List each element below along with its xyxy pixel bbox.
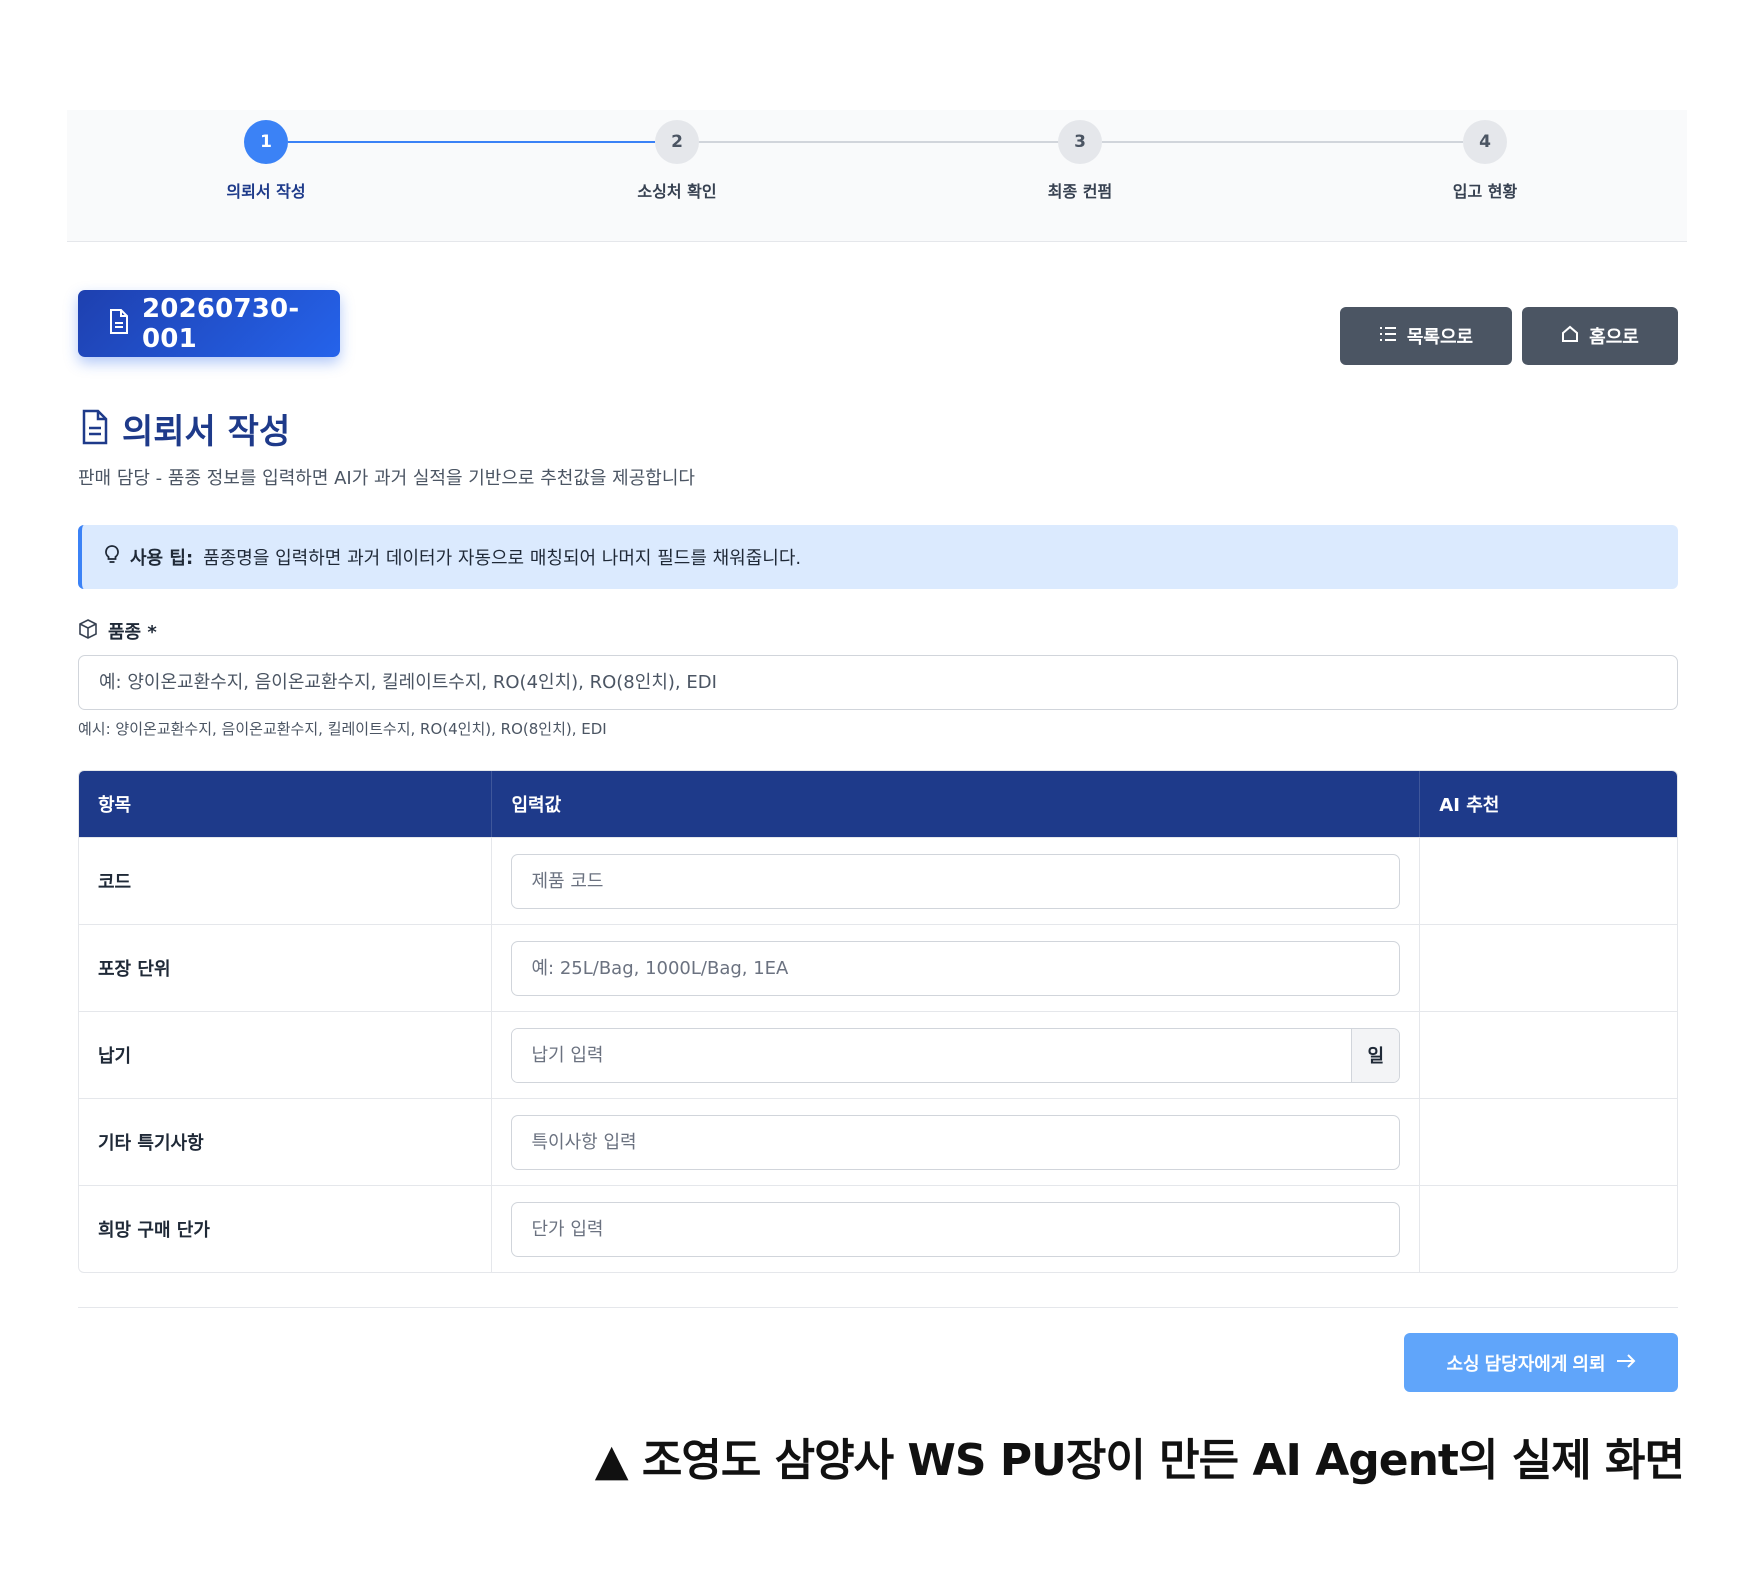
step-number: 4 <box>1463 120 1507 164</box>
row-input-cell <box>492 838 1421 924</box>
screenshot-caption: ▲ 조영도 삼양사 WS PU장이 만든 AI Agent의 실제 화면 <box>594 1435 1685 1486</box>
row-input-cell: 일 <box>492 1012 1421 1098</box>
tip-text: 품종명을 입력하면 과거 데이터가 자동으로 매칭되어 나머지 필드를 채워줍니… <box>203 548 802 569</box>
column-header-ai-recommend: AI 추천 <box>1439 795 1500 816</box>
table-row: 코드 <box>79 837 1677 924</box>
step-label: 의뢰서 작성 <box>226 182 306 201</box>
variety-example-hint: 예시: 양이온교환수지, 음이온교환수지, 킬레이트수지, RO(4인치), R… <box>78 720 607 738</box>
request-sourcing-button[interactable]: 소싱 담당자에게 의뢰 <box>1404 1333 1678 1392</box>
document-number: 20260730-001 <box>142 293 300 354</box>
column-header-item: 항목 <box>79 771 493 837</box>
row-label: 납기 <box>79 1012 493 1098</box>
lead-time-input-group: 일 <box>511 1027 1401 1083</box>
home-button[interactable]: 홈으로 <box>1522 307 1678 365</box>
days-suffix: 일 <box>1351 1028 1400 1082</box>
home-icon <box>1561 325 1579 348</box>
table-row: 기타 특기사항 <box>79 1098 1677 1185</box>
ai-recommend-cell <box>1420 1012 1677 1098</box>
table-row: 포장 단위 <box>79 924 1677 1011</box>
page-subtitle: 판매 담당 - 품종 정보를 입력하면 AI가 과거 실적을 기반으로 추천값을… <box>78 468 695 489</box>
box-icon <box>78 618 98 644</box>
step-label: 입고 현황 <box>1452 182 1518 201</box>
step-number: 1 <box>244 120 288 164</box>
ai-recommend-cell <box>1420 1186 1677 1272</box>
column-header-value: 입력값 <box>492 771 1421 837</box>
lead-time-input[interactable] <box>512 1028 1352 1082</box>
step-label: 최종 컨펌 <box>1047 182 1113 201</box>
document-icon <box>80 409 110 449</box>
tip-label: 사용 팁: <box>130 548 194 569</box>
variety-field-label: 품종 * <box>78 618 157 644</box>
request-form-table: 항목 입력값 AI 추천 코드 포장 단위 납기 일 기타 특기사항 <box>78 770 1678 1273</box>
step-number: 3 <box>1058 120 1102 164</box>
table-row: 희망 구매 단가 <box>79 1185 1677 1272</box>
lightbulb-icon <box>104 544 120 570</box>
step-4: 4 입고 현황 <box>1385 120 1585 202</box>
step-1: 1 의뢰서 작성 <box>166 120 366 202</box>
page-title: 의뢰서 작성 <box>80 404 290 453</box>
row-input-cell <box>492 1099 1421 1185</box>
section-divider <box>78 1307 1678 1308</box>
page-title-text: 의뢰서 작성 <box>122 412 291 452</box>
arrow-right-icon <box>1616 1352 1636 1373</box>
back-to-list-button[interactable]: 목록으로 <box>1340 307 1512 365</box>
table-header: 항목 입력값 AI 추천 <box>79 771 1677 837</box>
row-label: 희망 구매 단가 <box>79 1186 493 1272</box>
step-label: 소싱처 확인 <box>637 182 717 201</box>
row-label: 기타 특기사항 <box>79 1099 493 1185</box>
document-icon <box>108 308 130 339</box>
table-row: 납기 일 <box>79 1011 1677 1098</box>
unit-price-input[interactable] <box>511 1201 1401 1257</box>
progress-stepper: 1 의뢰서 작성 2 소싱처 확인 3 최종 컨펌 4 입고 현황 <box>67 110 1687 242</box>
variety-input[interactable] <box>78 655 1678 710</box>
special-notes-input[interactable] <box>511 1114 1401 1170</box>
button-label: 소싱 담당자에게 의뢰 <box>1446 1353 1606 1374</box>
ai-recommend-cell <box>1420 1099 1677 1185</box>
row-input-cell <box>492 925 1421 1011</box>
document-number-badge: 20260730-001 <box>78 290 340 357</box>
step-number: 2 <box>655 120 699 164</box>
ai-recommend-cell <box>1420 925 1677 1011</box>
usage-tip-banner: 사용 팁: 품종명을 입력하면 과거 데이터가 자동으로 매칭되어 나머지 필드… <box>78 525 1678 589</box>
row-label: 포장 단위 <box>79 925 493 1011</box>
code-input[interactable] <box>511 853 1401 909</box>
step-3: 3 최종 컨펌 <box>980 120 1180 202</box>
packaging-unit-input[interactable] <box>511 940 1401 996</box>
ai-recommend-cell <box>1420 838 1677 924</box>
step-2: 2 소싱처 확인 <box>577 120 777 202</box>
row-input-cell <box>492 1186 1421 1272</box>
list-icon <box>1379 326 1397 347</box>
variety-label-text: 품종 * <box>108 622 157 643</box>
button-label: 홈으로 <box>1589 327 1639 347</box>
row-label: 코드 <box>79 838 493 924</box>
button-label: 목록으로 <box>1406 327 1474 347</box>
